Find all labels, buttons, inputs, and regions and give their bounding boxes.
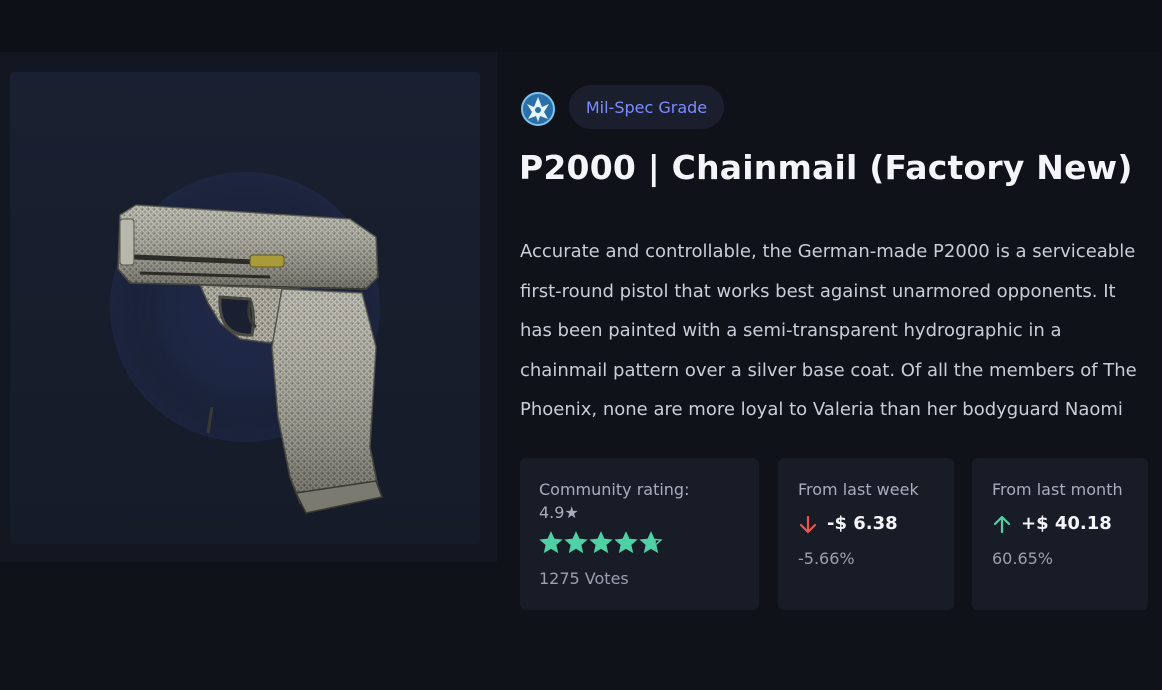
phoenix-icon — [521, 92, 555, 126]
item-title: P2000 | Chainmail (Factory New) — [519, 148, 1133, 187]
arrow-up-icon — [993, 515, 1011, 534]
star-icon — [589, 531, 613, 554]
weapon-image — [117, 204, 384, 514]
week-percent: -5.66% — [798, 549, 855, 568]
star-icon — [564, 531, 588, 554]
monthly-change-card: From last month +$ 40.18 60.65% — [972, 458, 1148, 610]
star-icon — [614, 531, 638, 554]
week-label: From last week — [798, 480, 919, 499]
item-description: Accurate and controllable, the German-ma… — [520, 241, 1137, 420]
rating-stars — [539, 531, 663, 555]
rating-label: Community rating: — [539, 480, 690, 499]
month-change: +$ 40.18 — [1021, 513, 1112, 534]
weekly-change-card: From last week -$ 6.38 -5.66% — [778, 458, 954, 610]
item-image-card — [10, 72, 480, 544]
rating-value: 4.9★ — [539, 503, 579, 522]
month-percent: 60.65% — [992, 549, 1054, 568]
grade-label: Mil-Spec Grade — [585, 97, 708, 117]
week-change: -$ 6.38 — [827, 513, 898, 534]
month-label: From last month — [992, 480, 1123, 499]
star-icon — [639, 531, 663, 554]
grade-badge: Mil-Spec Grade — [569, 85, 724, 129]
star-icon — [539, 531, 563, 554]
votes-count: 1275 Votes — [539, 569, 629, 588]
top-band — [0, 0, 1162, 52]
arrow-down-icon — [799, 515, 817, 534]
community-rating-card: Community rating: 4.9★ 1275 Votes — [520, 458, 759, 610]
